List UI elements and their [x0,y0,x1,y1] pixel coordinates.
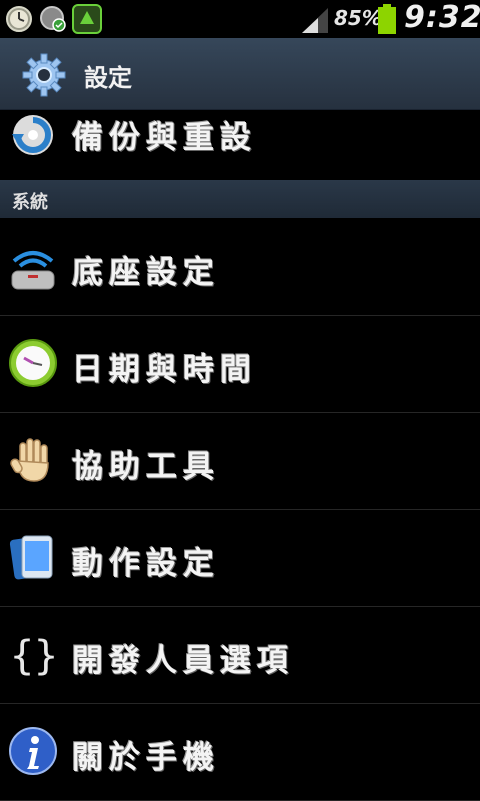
section-header-system: 系統 [0,180,480,218]
list-item-label: 日期與時間 [72,352,257,388]
app-notification-icon [72,4,102,34]
motion-phone-icon [9,535,53,580]
info-icon [9,727,57,775]
list-item-developer-options[interactable]: { } 開發人員選項 [0,607,480,704]
list-item-label: 協助工具 [72,449,220,485]
list-item-label: 開發人員選項 [72,643,294,679]
list-item-backup-reset[interactable]: 備份與重設 [0,110,480,180]
list-item-date-time[interactable]: 日期與時間 [0,316,480,413]
section-label: 系統 [12,192,48,213]
page-title: 設定 [84,64,132,92]
battery-icon [378,4,396,34]
list-item-label: 底座設定 [72,255,220,291]
signal-strength-icon [302,8,328,33]
list-item-label: 備份與重設 [72,120,257,156]
backup-reset-icon [12,115,53,155]
sync-globe-icon [40,6,66,32]
list-item-motion-settings[interactable]: 動作設定 [0,510,480,607]
gear-icon [22,53,66,97]
braces-icon: { } [10,633,58,679]
clock-icon [9,339,57,387]
svg-text:{: { [10,633,34,679]
svg-text:}: } [34,633,58,679]
list-item-accessibility[interactable]: 協助工具 [0,413,480,510]
list-item-label: 關於手機 [72,740,220,776]
battery-percent: 85% [334,6,382,30]
alarm-clock-icon [6,6,32,32]
list-item-about-phone[interactable]: 關於手機 [0,704,480,801]
status-clock: 9:32 [404,0,480,35]
dock-icon [11,251,55,290]
title-bar: 設定 [0,38,480,110]
hand-icon [10,438,49,482]
list-item-dock-settings[interactable]: 底座設定 [0,219,480,316]
list-item-label: 動作設定 [72,546,220,582]
status-bar: 85% 9:32 [0,0,480,38]
